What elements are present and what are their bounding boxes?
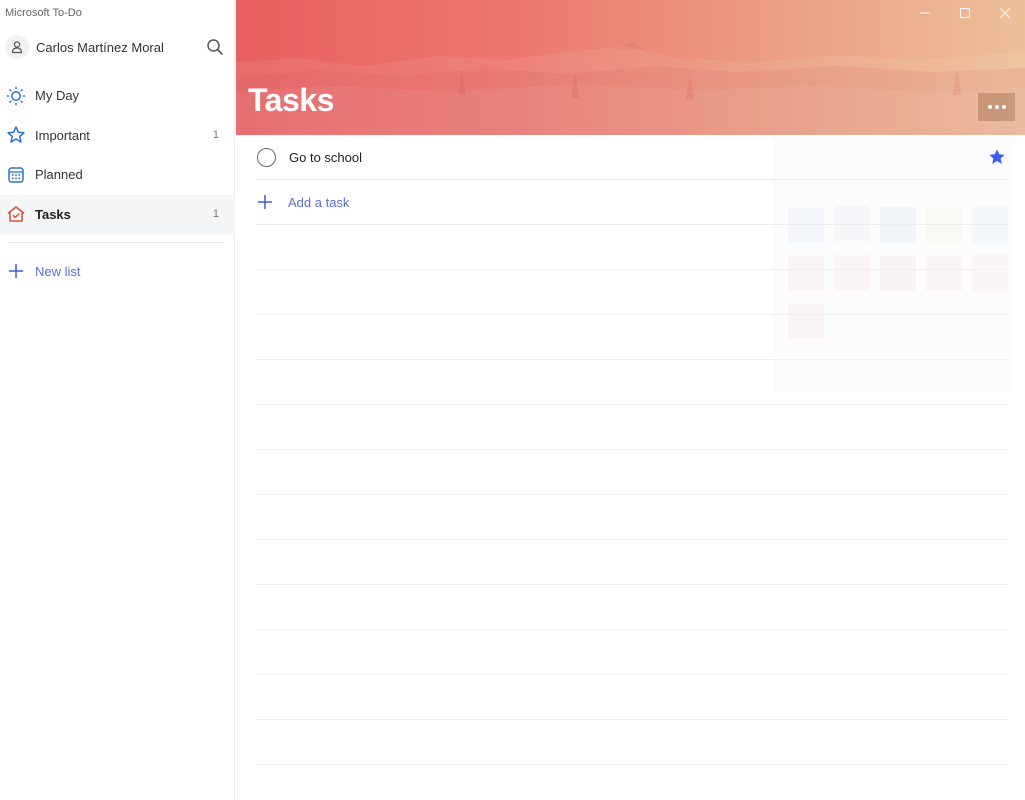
list-divider bbox=[256, 584, 1008, 585]
theme-swatch bbox=[788, 303, 824, 339]
sidebar-item-tasks[interactable]: Tasks 1 bbox=[0, 194, 235, 234]
list-divider bbox=[256, 674, 1008, 675]
add-task-label: Add a task bbox=[288, 194, 350, 210]
maximize-button[interactable] bbox=[945, 0, 985, 26]
more-options-button[interactable] bbox=[978, 93, 1015, 121]
person-icon bbox=[11, 41, 23, 54]
theme-swatch bbox=[834, 255, 870, 291]
list-divider bbox=[256, 539, 1008, 540]
list-title: Tasks bbox=[248, 82, 334, 118]
list-header: Tasks bbox=[236, 0, 1025, 135]
list-divider bbox=[256, 764, 1008, 765]
sidebar-item-label: Important bbox=[35, 127, 90, 143]
task-row[interactable]: Go to school bbox=[256, 135, 1008, 180]
search-button[interactable] bbox=[205, 37, 225, 57]
list-divider bbox=[256, 359, 1008, 360]
theme-swatch bbox=[972, 255, 1008, 291]
sidebar-item-important[interactable]: Important 1 bbox=[0, 116, 235, 156]
list-divider bbox=[256, 404, 1008, 405]
avatar[interactable] bbox=[5, 35, 29, 59]
more-options-icon bbox=[987, 105, 992, 109]
window-controls bbox=[905, 0, 1025, 26]
more-options-icon bbox=[1001, 105, 1006, 109]
task-complete-checkbox[interactable] bbox=[257, 147, 276, 167]
important-star-icon[interactable] bbox=[988, 148, 1006, 166]
task-title[interactable]: Go to school bbox=[289, 150, 362, 165]
sun-icon bbox=[6, 86, 26, 106]
minimize-button[interactable] bbox=[905, 0, 945, 26]
list-divider bbox=[256, 314, 1008, 315]
list-divider bbox=[256, 449, 1008, 450]
plus-icon bbox=[258, 195, 272, 209]
calendar-icon bbox=[6, 165, 26, 185]
sidebar-item-count: 1 bbox=[212, 208, 219, 221]
theme-swatch bbox=[880, 255, 916, 291]
theme-swatch bbox=[788, 255, 824, 291]
more-options-icon bbox=[994, 105, 999, 109]
list-divider bbox=[256, 494, 1008, 495]
sidebar-nav: My Day Important 1 Planned Tasks 1 bbox=[0, 76, 235, 243]
sidebar-item-my-day[interactable]: My Day bbox=[0, 76, 235, 116]
theme-swatch bbox=[926, 255, 962, 291]
sidebar-item-planned[interactable]: Planned bbox=[0, 155, 235, 195]
home-check-icon bbox=[6, 204, 26, 224]
search-icon bbox=[207, 39, 223, 55]
maximize-icon bbox=[960, 8, 970, 18]
sidebar-divider bbox=[8, 242, 223, 243]
list-divider bbox=[256, 719, 1008, 720]
list-divider bbox=[256, 269, 1008, 270]
plus-icon bbox=[9, 264, 23, 278]
new-list-button[interactable]: New list bbox=[0, 258, 235, 284]
sidebar-item-count: 1 bbox=[212, 129, 219, 142]
user-name: Carlos Martínez Moral bbox=[36, 39, 164, 55]
minimize-icon bbox=[920, 12, 930, 14]
new-list-label: New list bbox=[35, 263, 81, 279]
close-button[interactable] bbox=[985, 0, 1025, 26]
add-task-input[interactable]: Add a task bbox=[256, 180, 1008, 225]
sidebar-item-label: My Day bbox=[35, 88, 80, 104]
list-divider bbox=[256, 629, 1008, 630]
user-account[interactable]: Carlos Martínez Moral bbox=[0, 30, 235, 64]
close-icon bbox=[1000, 8, 1010, 18]
sidebar-item-label: Tasks bbox=[35, 206, 71, 222]
main-panel: Tasks Go to school Add a task bbox=[236, 0, 1025, 800]
sidebar-item-label: Planned bbox=[35, 167, 83, 183]
app-title: Microsoft To-Do bbox=[5, 7, 82, 19]
star-icon bbox=[6, 125, 26, 145]
sidebar: Microsoft To-Do Carlos Martínez Moral My… bbox=[0, 0, 235, 800]
